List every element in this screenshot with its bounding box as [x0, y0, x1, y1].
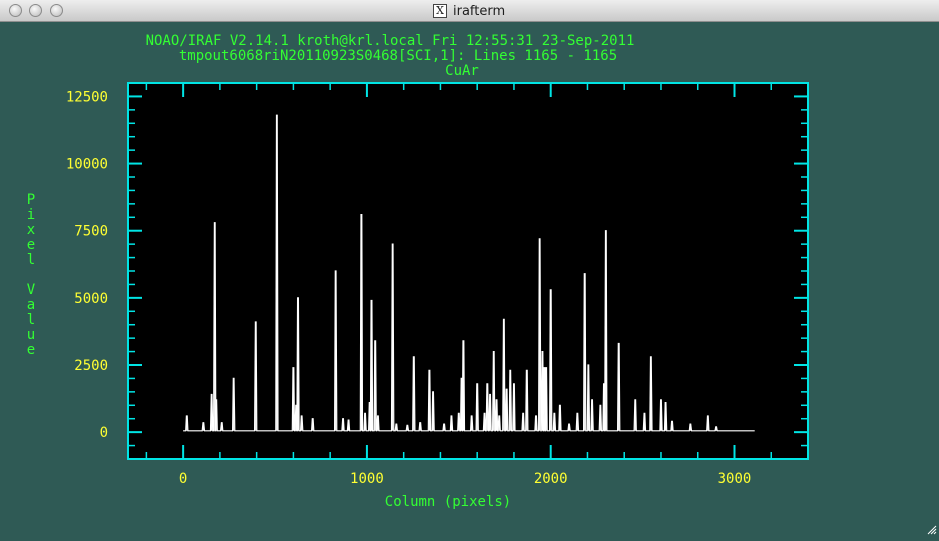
x-tick-label: 3000: [718, 471, 752, 487]
window-title-text: irafterm: [453, 3, 506, 19]
y-axis-label-char: V: [27, 282, 36, 298]
zoom-window-button[interactable]: [50, 4, 63, 17]
terminal-canvas[interactable]: NOAO/IRAF V2.14.1 kroth@krl.local Fri 12…: [0, 22, 939, 537]
y-axis-label: PixelValue: [27, 192, 36, 358]
y-axis-label-char: e: [27, 237, 35, 253]
x-tick-label: 0: [179, 471, 187, 487]
header-line-2: tmpout6068riN20110923S0468[SCI,1]: Lines…: [179, 48, 617, 64]
x11-icon: X: [433, 4, 447, 18]
header-line-1: NOAO/IRAF V2.14.1 kroth@krl.local Fri 12…: [146, 33, 635, 49]
y-tick-label: 2500: [74, 358, 108, 374]
y-tick-label: 0: [100, 425, 108, 441]
spectrum-plot: NOAO/IRAF V2.14.1 kroth@krl.local Fri 12…: [27, 33, 809, 510]
resize-grip-icon[interactable]: [925, 523, 937, 535]
y-axis-label-char: a: [27, 297, 35, 313]
x-tick-label: 1000: [350, 471, 384, 487]
title-bar[interactable]: X irafterm: [0, 0, 939, 22]
y-axis-label-char: P: [27, 192, 35, 208]
x-axis-label: Column (pixels): [385, 494, 511, 510]
y-axis-label-char: i: [27, 207, 35, 223]
minimize-window-button[interactable]: [29, 4, 42, 17]
y-tick-label: 7500: [74, 224, 108, 240]
y-axis-label-char: x: [27, 222, 35, 238]
y-axis-label-char: l: [27, 252, 35, 268]
y-axis-label-char: u: [27, 327, 35, 343]
close-window-button[interactable]: [9, 4, 22, 17]
plot-title: CuAr: [445, 63, 479, 79]
plot-frame: [127, 82, 809, 460]
y-axis-label-char: l: [27, 312, 35, 328]
window-title: X irafterm: [433, 3, 505, 19]
y-axis-label-char: e: [27, 342, 35, 358]
y-tick-label: 12500: [66, 89, 108, 105]
y-tick-label: 10000: [66, 157, 108, 173]
x-tick-label: 2000: [534, 471, 568, 487]
y-tick-label: 5000: [74, 291, 108, 307]
